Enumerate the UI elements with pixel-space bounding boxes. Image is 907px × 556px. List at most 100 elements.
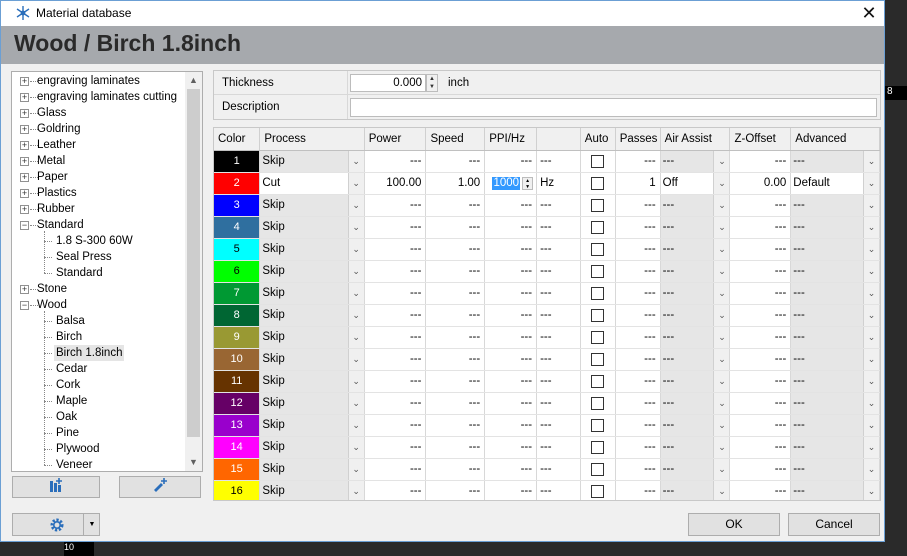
speed-cell[interactable]: --- [425,348,486,371]
air-assist-cell[interactable]: --- ⌄ [660,194,731,217]
z-offset-cell[interactable]: --- [729,370,792,393]
process-cell[interactable]: Skip ⌄ [259,436,365,459]
expand-icon[interactable]: + [20,285,29,294]
color-cell[interactable]: 10 [214,348,261,371]
add-material-button[interactable] [119,476,201,498]
z-offset-cell[interactable]: --- [729,260,792,283]
color-cell[interactable]: 7 [214,282,261,305]
process-select[interactable]: Skip ⌄ [260,458,364,479]
color-cell[interactable]: 1 [214,150,261,173]
scroll-thumb[interactable] [187,89,200,437]
collapse-icon[interactable]: − [20,301,29,310]
auto-checkbox[interactable] [591,264,605,278]
auto-cell[interactable] [580,326,616,349]
auto-cell[interactable] [580,392,616,415]
chevron-down-icon[interactable]: ⌄ [347,436,364,457]
chevron-down-icon[interactable]: ⌄ [347,392,364,413]
ppi-cell[interactable]: --- [484,436,538,459]
description-input[interactable] [350,98,877,117]
passes-cell[interactable]: --- [615,238,661,261]
air-assist-cell[interactable]: --- ⌄ [660,238,731,261]
advanced-cell[interactable]: --- ⌄ [790,304,880,327]
process-select[interactable]: Skip ⌄ [260,348,364,369]
auto-checkbox[interactable] [591,220,605,234]
auto-checkbox[interactable] [591,308,605,322]
advanced-cell[interactable]: --- ⌄ [790,436,880,459]
column-header[interactable]: Passes [615,128,661,151]
passes-cell[interactable]: --- [615,282,661,305]
z-offset-cell[interactable]: --- [729,216,792,239]
air-assist-cell[interactable]: --- ⌄ [660,458,731,481]
air-assist-select[interactable]: --- ⌄ [660,260,729,281]
auto-checkbox[interactable] [591,154,605,168]
z-offset-cell[interactable]: 0.00 [729,172,792,195]
process-cell[interactable]: Skip ⌄ [259,150,365,173]
process-select[interactable]: Cut ⌄ [260,172,364,193]
z-offset-cell[interactable]: --- [729,150,792,173]
air-assist-cell[interactable]: --- ⌄ [660,414,731,437]
expand-icon[interactable]: + [20,125,29,134]
chevron-down-icon[interactable]: ⌄ [713,414,729,435]
color-cell[interactable]: 5 [214,238,261,261]
air-assist-select[interactable]: --- ⌄ [660,150,729,171]
process-select[interactable]: Skip ⌄ [260,304,364,325]
chevron-down-icon[interactable]: ⌄ [347,304,364,325]
ppi-cell[interactable]: --- [484,480,538,500]
chevron-down-icon[interactable]: ⌄ [713,238,729,259]
chevron-down-icon[interactable]: ⌄ [347,458,364,479]
process-cell[interactable]: Skip ⌄ [259,282,365,305]
chevron-down-icon[interactable]: ⌄ [713,194,729,215]
advanced-select[interactable]: --- ⌄ [791,282,879,303]
auto-cell[interactable] [580,172,616,195]
air-assist-select[interactable]: --- ⌄ [660,414,729,435]
chevron-down-icon[interactable]: ⌄ [713,348,729,369]
chevron-down-icon[interactable]: ⌄ [713,172,729,193]
passes-cell[interactable]: --- [615,326,661,349]
process-select[interactable]: Skip ⌄ [260,414,364,435]
process-cell[interactable]: Skip ⌄ [259,414,365,437]
chevron-down-icon[interactable]: ⌄ [713,480,729,500]
advanced-select[interactable]: --- ⌄ [791,326,879,347]
chevron-down-icon[interactable]: ⌄ [863,392,879,413]
auto-cell[interactable] [580,282,616,305]
chevron-down-icon[interactable]: ⌄ [347,150,364,171]
chevron-down-icon[interactable]: ⌄ [347,172,364,193]
chevron-down-icon[interactable]: ⌄ [863,172,879,193]
power-cell[interactable]: --- [364,392,427,415]
process-select[interactable]: Skip ⌄ [260,326,364,347]
chevron-down-icon[interactable]: ⌄ [347,216,364,237]
process-select[interactable]: Skip ⌄ [260,282,364,303]
chevron-down-icon[interactable]: ⌄ [713,458,729,479]
passes-cell[interactable]: 1 [615,172,661,195]
auto-checkbox[interactable] [591,440,605,454]
ppi-cell[interactable]: --- [484,414,538,437]
passes-cell[interactable]: --- [615,414,661,437]
ppi-input[interactable]: 1000 [492,176,521,190]
expand-icon[interactable]: + [20,157,29,166]
column-header[interactable]: PPI/Hz [484,128,538,151]
auto-cell[interactable] [580,414,616,437]
z-offset-cell[interactable]: --- [729,194,792,217]
color-cell[interactable]: 4 [214,216,261,239]
color-cell[interactable]: 11 [214,370,261,393]
speed-cell[interactable]: --- [425,326,486,349]
z-offset-cell[interactable]: --- [729,348,792,371]
speed-cell[interactable]: --- [425,150,486,173]
chevron-down-icon[interactable]: ⌄ [863,414,879,435]
auto-cell[interactable] [580,216,616,239]
auto-checkbox[interactable] [591,396,605,410]
chevron-down-icon[interactable]: ⌄ [863,326,879,347]
process-select[interactable]: Skip ⌄ [260,370,364,391]
ppi-cell[interactable]: --- [484,370,538,393]
auto-cell[interactable] [580,348,616,371]
air-assist-cell[interactable]: --- ⌄ [660,326,731,349]
advanced-cell[interactable]: --- ⌄ [790,370,880,393]
chevron-down-icon[interactable]: ⌄ [347,414,364,435]
air-assist-select[interactable]: --- ⌄ [660,436,729,457]
power-cell[interactable]: --- [364,436,427,459]
air-assist-cell[interactable]: --- ⌄ [660,392,731,415]
passes-cell[interactable]: --- [615,370,661,393]
auto-checkbox[interactable] [591,176,605,190]
ppi-cell[interactable]: --- [484,304,538,327]
power-cell[interactable]: --- [364,282,427,305]
